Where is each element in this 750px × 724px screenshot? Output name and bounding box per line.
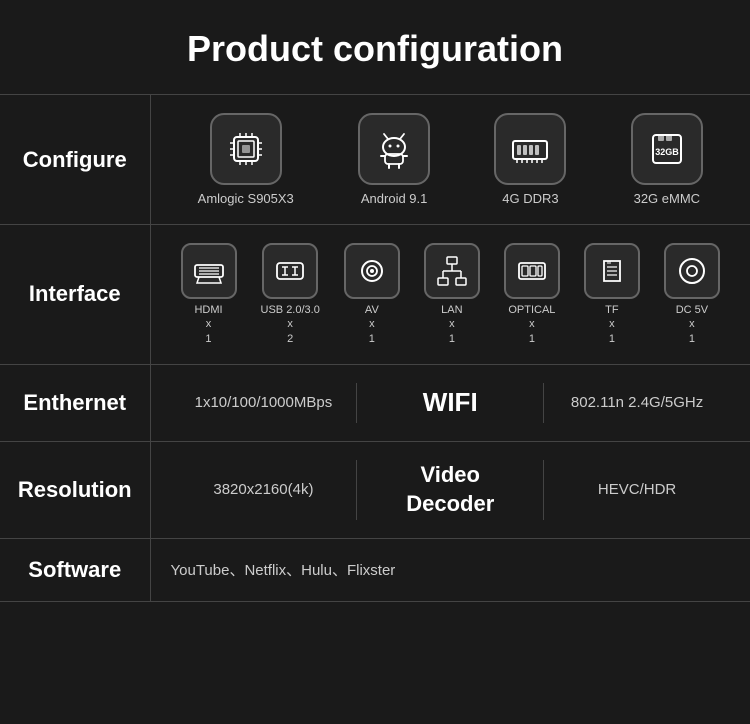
ram-icon-box [494,113,566,185]
configure-label: Configure [0,95,150,225]
lan-label: LANx1 [441,303,462,346]
interface-item-hdmi: HDMIx1 [181,243,237,346]
video-decoder-label: VideoDecoder [357,461,543,518]
interface-item-tf: TFx1 [584,243,640,346]
usb-icon [272,253,308,289]
lan-icon-box [424,243,480,299]
interface-item-dc: DC 5Vx1 [664,243,720,346]
usb-icon-box [262,243,318,299]
decoder-value: HEVC/HDR [544,481,730,498]
av-label: AVx1 [365,303,379,346]
hdmi-icon [191,253,227,289]
software-label: Software [0,538,150,601]
usb-label: USB 2.0/3.0x2 [261,303,320,346]
dc-label: DC 5Vx1 [676,303,708,346]
page-title: Product configuration [0,0,750,94]
tf-icon-box [584,243,640,299]
emmc-icon: 32GB [645,127,689,171]
dc-icon-box [664,243,720,299]
ethernet-details: 1x10/100/1000MBps WIFI 802.11n 2.4G/5GHz [171,383,731,423]
interface-content: HDMIx1 US [150,225,750,365]
chip-label: Amlogic S905X3 [198,191,294,206]
hdmi-label: HDMIx1 [194,303,222,346]
ram-icon [508,127,552,171]
android-icon [372,127,416,171]
interface-icons: HDMIx1 US [171,243,731,346]
configure-icons: Amlogic S905X3 [171,113,731,206]
ethernet-content: 1x10/100/1000MBps WIFI 802.11n 2.4G/5GHz [150,364,750,441]
tf-icon [594,253,630,289]
configure-item-android: Android 9.1 [358,113,430,206]
chip-icon [224,127,268,171]
configure-row: Configure [0,95,750,225]
interface-item-optical: OPTICALx1 [504,243,560,346]
interface-item-lan: LANx1 [424,243,480,346]
resolution-details: 3820x2160(4k) VideoDecoder HEVC/HDR [171,460,731,520]
ethernet-row: Enthernet 1x10/100/1000MBps WIFI 802.11n… [0,364,750,441]
emmc-icon-box: 32GB [631,113,703,185]
dc-icon [674,253,710,289]
resolution-content: 3820x2160(4k) VideoDecoder HEVC/HDR [150,441,750,538]
emmc-label: 32G eMMC [634,191,700,206]
interface-label: Interface [0,225,150,365]
software-row: Software YouTube、Netflix、Hulu、Flixster [0,538,750,601]
optical-label: OPTICALx1 [508,303,555,346]
configure-item-ram: 4G DDR3 [494,113,566,206]
ethernet-label: Enthernet [0,364,150,441]
chip-icon-box [210,113,282,185]
optical-icon-box [504,243,560,299]
svg-text:32GB: 32GB [655,147,679,157]
configure-content: Amlogic S905X3 [150,95,750,225]
interface-row: Interface HDMIx1 [0,225,750,365]
ethernet-speed: 1x10/100/1000MBps [171,394,357,411]
configure-item-emmc: 32GB 32G eMMC [631,113,703,206]
interface-item-av: AVx1 [344,243,400,346]
av-icon-box [344,243,400,299]
wifi-spec: 802.11n 2.4G/5GHz [544,394,730,411]
resolution-row: Resolution 3820x2160(4k) VideoDecoder HE… [0,441,750,538]
configure-item-chip: Amlogic S905X3 [198,113,294,206]
interface-item-usb: USB 2.0/3.0x2 [261,243,320,346]
android-icon-box [358,113,430,185]
hdmi-icon-box [181,243,237,299]
software-content: YouTube、Netflix、Hulu、Flixster [150,538,750,601]
resolution-label: Resolution [0,441,150,538]
av-icon [354,253,390,289]
wifi-label: WIFI [357,387,543,418]
resolution-value: 3820x2160(4k) [171,481,357,498]
android-label: Android 9.1 [361,191,428,206]
ram-label: 4G DDR3 [502,191,558,206]
lan-icon [434,253,470,289]
optical-icon [514,253,550,289]
tf-label: TFx1 [605,303,618,346]
config-table: Configure [0,94,750,602]
